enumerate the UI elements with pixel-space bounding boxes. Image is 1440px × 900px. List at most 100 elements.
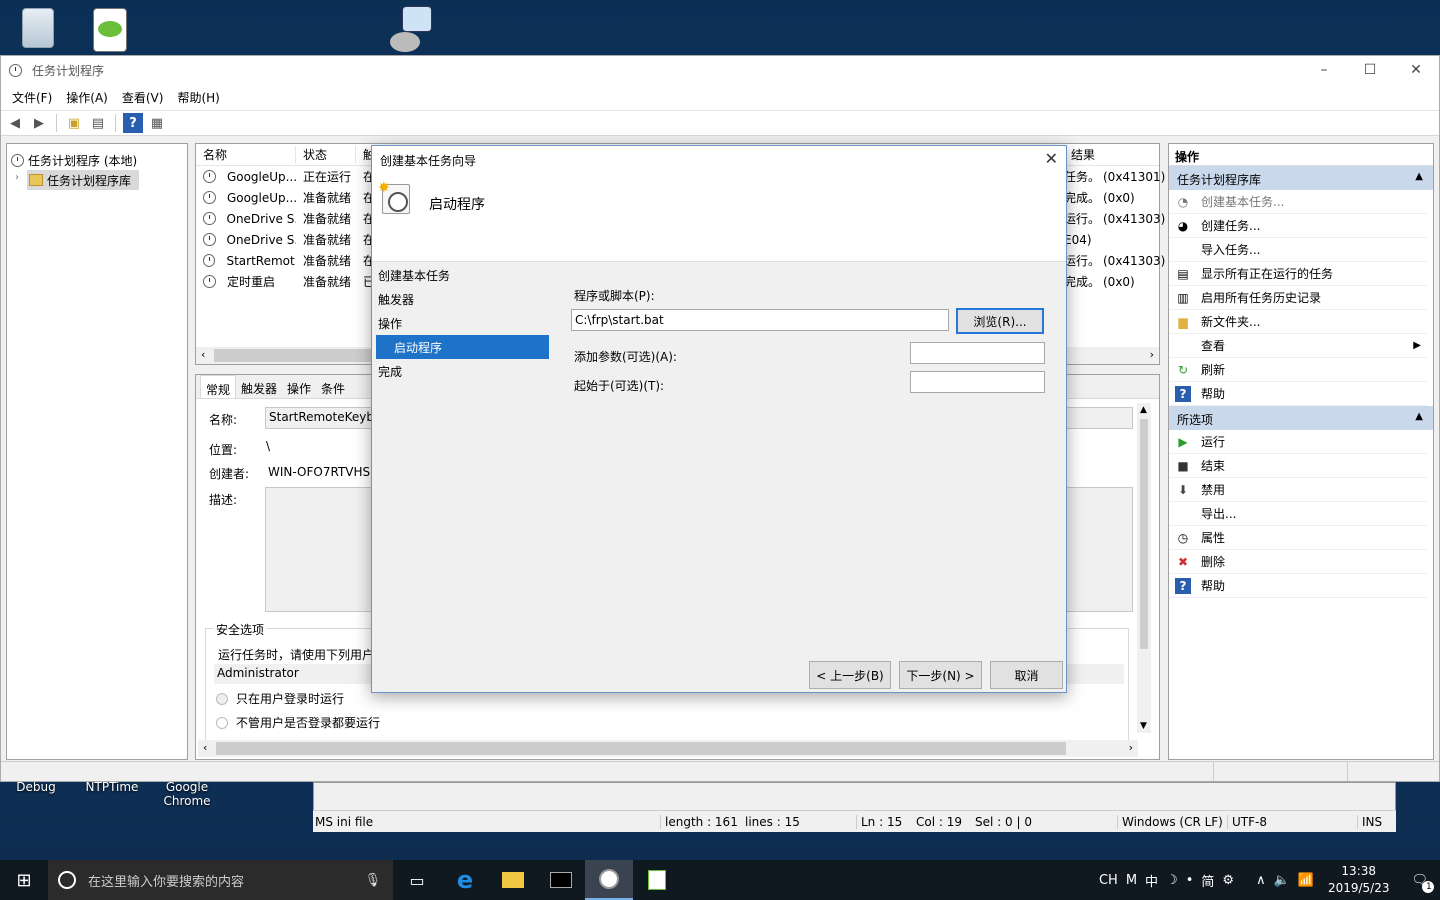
cancel-button[interactable]: 取消 — [990, 661, 1063, 689]
step-finish: 完成 — [372, 359, 552, 383]
tab-general[interactable]: 常规 — [200, 375, 236, 398]
description-label: 描述: — [209, 491, 237, 508]
menu-help[interactable]: 帮助(H) — [170, 89, 226, 106]
menu-view[interactable]: 查看(V) — [115, 89, 171, 106]
radio-logged-on[interactable] — [216, 693, 228, 705]
back-icon[interactable]: ◀ — [5, 113, 25, 133]
action-item[interactable]: ▥启用所有任务历史记录 — [1169, 286, 1427, 310]
action-pane-icon[interactable]: ▦ — [147, 113, 167, 133]
lines-readout: lines : 15 — [745, 815, 800, 829]
tree-item-root[interactable]: 任务计划程序 (本地) — [7, 150, 187, 170]
action-item[interactable]: 查看▶ — [1169, 334, 1427, 358]
action-item[interactable]: 导出... — [1169, 502, 1427, 526]
volume-icon[interactable]: 🔈 — [1270, 873, 1294, 888]
task-view-icon[interactable]: ▭ — [393, 860, 441, 900]
ins-readout: INS — [1357, 815, 1382, 829]
action-item[interactable]: ↻刷新 — [1169, 358, 1427, 382]
ime-ch[interactable]: CH — [1095, 873, 1122, 888]
notepad-plus-icon[interactable] — [80, 4, 140, 56]
task-status: 准备就绪 — [296, 189, 356, 206]
tab-conditions[interactable]: 条件 — [316, 375, 350, 398]
recycle-bin-icon[interactable] — [8, 4, 68, 56]
action-item[interactable]: ◕创建任务... — [1169, 214, 1427, 238]
ime-mode[interactable]: 中 — [1141, 871, 1162, 890]
radio-whether-logged[interactable] — [216, 717, 228, 729]
create-basic-task-wizard: 创建基本任务向导 ✕ ✸ 启动程序 创建基本任务 触发器 操作 启动程序 完成 … — [371, 145, 1067, 693]
clock[interactable]: 13:38 2019/5/23 — [1318, 863, 1400, 897]
action-item[interactable]: ▆新文件夹... — [1169, 310, 1427, 334]
menu-action[interactable]: 操作(A) — [59, 89, 115, 106]
close-button[interactable]: ✕ — [1393, 56, 1439, 84]
tree-item-library[interactable]: 任务计划程序库 — [27, 170, 139, 190]
windows-start-icon[interactable]: ⊞ — [0, 860, 48, 900]
action-item[interactable]: ⬇禁用 — [1169, 478, 1427, 502]
run-as-text: 运行任务时，请使用下列用户 — [218, 646, 374, 663]
col-name[interactable]: 名称 — [196, 146, 296, 163]
expand-chevron-icon[interactable]: › — [15, 172, 19, 183]
ime-punct[interactable]: • — [1182, 873, 1198, 888]
tab-actions[interactable]: 操作 — [282, 375, 316, 398]
action-label: 刷新 — [1201, 361, 1225, 378]
action-label: 启用所有任务历史记录 — [1201, 289, 1321, 306]
taskbar-search[interactable]: 在这里输入你要搜索的内容 🎙 — [48, 860, 393, 900]
detail-vscroll[interactable]: ▲ ▼ — [1137, 403, 1151, 733]
notifications-icon[interactable]: 🗨1 — [1399, 873, 1440, 888]
action-label: 属性 — [1201, 529, 1225, 546]
program-input[interactable]: C:\frp\start.bat — [571, 309, 949, 331]
action-label: 创建基本任务... — [1201, 193, 1284, 210]
up-folder-icon[interactable]: ▣ — [64, 113, 84, 133]
action-item[interactable]: ◷属性 — [1169, 526, 1427, 550]
task-status: 准备就绪 — [296, 231, 356, 248]
col-result[interactable]: 结果 — [1064, 146, 1095, 163]
network-icon[interactable]: 📶 — [1294, 873, 1318, 888]
minimize-button[interactable]: – — [1301, 56, 1347, 84]
show-tree-icon[interactable]: ▤ — [88, 113, 108, 133]
task-result-code: (0x41301) — [1096, 170, 1165, 184]
next-button[interactable]: 下一步(N) > — [899, 661, 982, 689]
dialog-title-bar[interactable]: 创建基本任务向导 ✕ — [372, 146, 1066, 174]
action-item[interactable]: ▶运行 — [1169, 430, 1427, 454]
ime-settings-icon[interactable]: ⚙ — [1218, 873, 1238, 888]
help-toolbar-icon[interactable]: ? — [123, 113, 143, 133]
col-status[interactable]: 状态 — [296, 146, 356, 163]
task-scheduler-taskbar-icon[interactable] — [585, 860, 633, 900]
task-name: GoogleUp... — [220, 170, 296, 184]
ime-moon-icon[interactable]: ☽ — [1162, 873, 1182, 888]
action-item[interactable]: ◔创建基本任务... — [1169, 190, 1427, 214]
action-item[interactable]: ✖删除 — [1169, 550, 1427, 574]
edge-icon[interactable]: e — [441, 860, 489, 900]
forward-icon[interactable]: ▶ — [29, 113, 49, 133]
microphone-icon[interactable]: 🎙 — [364, 873, 381, 888]
search-placeholder: 在这里输入你要搜索的内容 — [88, 871, 244, 890]
file-explorer-icon[interactable] — [489, 860, 537, 900]
tab-triggers[interactable]: 触发器 — [236, 375, 282, 398]
title-bar[interactable]: 任务计划程序 – ☐ ✕ — [1, 56, 1439, 84]
task-clock-icon — [203, 233, 216, 246]
folder-icon — [29, 174, 43, 186]
action-item[interactable]: ■结束 — [1169, 454, 1427, 478]
task-clock-icon — [203, 254, 215, 267]
action-item[interactable]: ?帮助 — [1169, 574, 1427, 598]
cmd-icon[interactable] — [537, 860, 585, 900]
action-item[interactable]: ?帮助 — [1169, 382, 1427, 406]
actions-section-library[interactable]: 任务计划程序库 ▲ — [1169, 166, 1433, 190]
args-input[interactable] — [910, 342, 1045, 364]
start-in-input[interactable] — [910, 371, 1045, 393]
notepad-taskbar-icon[interactable] — [633, 860, 681, 900]
detail-hscroll[interactable]: ‹ › — [198, 740, 1138, 757]
actions-section-selected[interactable]: 所选项 ▲ — [1169, 406, 1433, 430]
security-title: 安全选项 — [214, 621, 266, 638]
menu-file[interactable]: 文件(F) — [5, 89, 59, 106]
back-button[interactable]: < 上一步(B) — [809, 661, 891, 689]
dialog-close-icon[interactable]: ✕ — [1045, 149, 1058, 168]
ime-m[interactable]: M — [1122, 873, 1141, 888]
browse-button[interactable]: 浏览(R)... — [956, 308, 1044, 334]
maximize-button[interactable]: ☐ — [1347, 56, 1393, 84]
setup-icon[interactable] — [380, 2, 440, 54]
actions-header: 操作 — [1169, 144, 1433, 166]
action-item[interactable]: 导入任务... — [1169, 238, 1427, 262]
show-hidden-icons-icon[interactable]: ∧ — [1238, 873, 1270, 888]
ime-simplified[interactable]: 简 — [1197, 871, 1218, 890]
action-item[interactable]: ▤显示所有正在运行的任务 — [1169, 262, 1427, 286]
taskbar: ⊞ 在这里输入你要搜索的内容 🎙 ▭ e CH M 中 ☽ • 简 ⚙ ∧ 🔈 … — [0, 860, 1440, 900]
